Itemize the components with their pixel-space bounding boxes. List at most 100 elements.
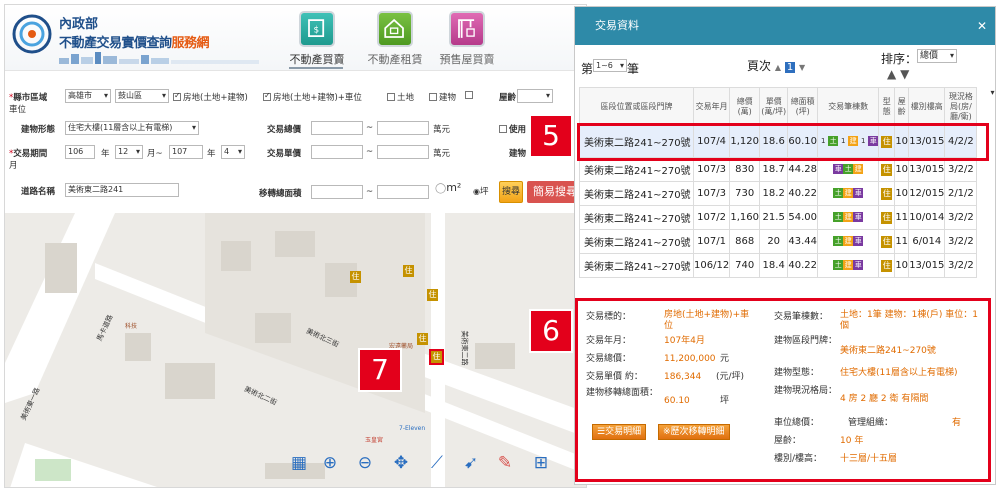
table-row[interactable]: 美術東二路241~270號 107/2 1,160 21.5 54.00 土建車 住 11… xyxy=(579,205,996,230)
car-icon: 車 xyxy=(853,212,864,222)
table-row[interactable]: 美術東二路241~270號 107/4 1,120 18.6 60.10 1土1建1車 … xyxy=(579,125,996,158)
page-number[interactable]: 1 xyxy=(784,62,796,73)
sort-desc-icon[interactable]: ▼ xyxy=(900,67,909,81)
building-type-select[interactable]: 住宅大樓(11層含以上有電梯) xyxy=(65,121,199,135)
page-size-select[interactable]: 1~6 xyxy=(593,59,628,72)
transaction-detail: 交易標的： 房地(土地+建物)+車位 交易年月： 107年4月 交易總價： 11… xyxy=(578,300,988,478)
total-price-min[interactable] xyxy=(311,121,363,135)
car-icon: 車 xyxy=(853,236,864,246)
badge-6: 6 xyxy=(529,309,573,353)
zoom-in-icon[interactable]: ⊕ xyxy=(318,451,342,475)
detail-button[interactable]: ☰交易明細 xyxy=(592,424,647,440)
type-building[interactable]: 建物 xyxy=(429,91,456,103)
selected-house-marker-icon[interactable]: 住 xyxy=(429,349,444,365)
detail-mgmt: 有 xyxy=(952,418,962,428)
house-type-icon: 住 xyxy=(881,163,893,176)
total-price-label: 交易總價 xyxy=(267,125,302,135)
year-from-input[interactable]: 106 xyxy=(65,145,95,159)
nav-active-underline xyxy=(289,67,343,69)
area-label: 移轉總面積 xyxy=(259,189,302,199)
checkbox-icon xyxy=(499,125,507,133)
skyline-graphic xyxy=(59,52,259,64)
age-select[interactable] xyxy=(517,89,553,103)
zoom-out-icon[interactable]: ⊖ xyxy=(353,451,377,475)
house-marker-icon[interactable]: 住 xyxy=(417,333,428,345)
road-input[interactable]: 美術東二路241 xyxy=(65,183,179,197)
area-min[interactable] xyxy=(311,185,363,199)
land-icon: 土 xyxy=(833,260,844,270)
checkbox-icon xyxy=(429,93,437,101)
land-icon: 土 xyxy=(833,212,844,222)
building-icon: 建 xyxy=(853,164,864,174)
sort: 排序： 總價 xyxy=(881,49,958,67)
transaction-table: 區段位置或區段門牌 交易年月 總價(萬) 單價(萬/坪) 總面積(坪) 交易筆棟… xyxy=(579,87,996,278)
grid-icon[interactable]: ⊞ xyxy=(529,451,553,475)
count-icons: 1土1建1車 xyxy=(817,125,880,158)
pan-icon[interactable]: ✥ xyxy=(389,451,413,475)
map[interactable]: 馬卡道路 美術北三街 美術北二街 美術東一路 美術東二路 科技 7-Eleven… xyxy=(5,213,586,487)
land-icon: 土 xyxy=(833,188,844,198)
county-select[interactable]: 高雄市 xyxy=(65,89,111,103)
table-row[interactable]: 美術東二路241~270號 107/1 868 20 43.44 土建車 住 11 6/01… xyxy=(579,229,996,254)
use-option[interactable]: 使用 xyxy=(499,123,526,135)
main-site: 內政部 不動產交易實價查詢服務網 $ 不動產買賣 不動產租賃 預售屋買賣 *縣市… xyxy=(4,4,587,488)
road-label-east2: 美術東二路 xyxy=(460,330,469,366)
land-icon: 土 xyxy=(833,236,844,246)
year-to-input[interactable]: 107 xyxy=(169,145,203,159)
type-land[interactable]: 土地 xyxy=(387,91,414,103)
house-type-icon: 住 xyxy=(881,187,893,200)
car-icon: 車 xyxy=(868,136,878,146)
sort-select[interactable]: 總價 xyxy=(917,49,958,63)
detail-age: 10 年 xyxy=(840,436,864,446)
checkbox-icon xyxy=(465,91,473,99)
unit-label: 車位 xyxy=(9,105,27,115)
arrow-up-icon[interactable]: ▲ xyxy=(775,63,781,72)
pager: 頁次 ▲ 1 ▼ xyxy=(747,59,806,73)
nav-sale[interactable]: $ 不動產買賣 xyxy=(273,11,361,67)
house-marker-icon[interactable]: 住 xyxy=(403,265,414,277)
table-row[interactable]: 美術東二路241~270號 107/3 830 18.7 44.28 車土建 住 10 13… xyxy=(579,157,996,182)
type-house-car[interactable]: 房地(土地+建物)+車位 xyxy=(263,91,362,103)
unit-sqm[interactable]: ◯m² xyxy=(435,181,461,194)
street-view-icon[interactable]: ▦ xyxy=(287,451,311,475)
unit-price-max[interactable] xyxy=(377,145,429,159)
arrow-down-icon[interactable]: ▼ xyxy=(799,63,805,72)
search-form: *縣市區域 高雄市 鼓山區 房地(土地+建物) 房地(土地+建物)+車位 土地 … xyxy=(5,81,586,213)
type-house[interactable]: 房地(土地+建物) xyxy=(173,91,248,103)
house-marker-icon[interactable]: 住 xyxy=(427,289,438,301)
unit-price-min[interactable] xyxy=(311,145,363,159)
poi-label: 玉皇宮 xyxy=(365,437,384,444)
district-select[interactable]: 鼓山區 xyxy=(115,89,169,103)
detail-area: 60.10 xyxy=(664,396,690,406)
table-row[interactable]: 美術東二路241~270號 106/12 740 18.4 40.22 土建車 住 10 1… xyxy=(579,253,996,278)
nav-presale[interactable]: 預售屋買賣 xyxy=(423,11,511,67)
house-rent-icon xyxy=(377,11,413,47)
checkbox-icon xyxy=(263,91,271,101)
poi-label: 7-Eleven xyxy=(399,425,426,432)
building-icon: 建 xyxy=(843,212,854,222)
select-icon[interactable]: ➹ xyxy=(459,451,483,475)
close-icon[interactable]: ✕ xyxy=(977,7,987,45)
house-marker-icon[interactable]: 住 xyxy=(350,271,361,283)
building-type-label: 建物形態 xyxy=(21,125,56,135)
detail-total: 11,200,000 xyxy=(664,354,716,364)
building-icon: 建 xyxy=(843,236,854,246)
month-to-select[interactable]: 4 xyxy=(221,145,245,159)
car-icon: 車 xyxy=(833,164,844,174)
detail-unit-price: 186,344 xyxy=(664,372,702,382)
history-button[interactable]: ※歷次移轉明細 xyxy=(658,424,730,440)
build-label: 建物 xyxy=(509,149,527,159)
unit-ping[interactable]: ◉坪 xyxy=(473,185,489,197)
clear-icon[interactable]: ✎ xyxy=(493,451,517,475)
system-name: 不動產交易實價查詢服務網 xyxy=(59,36,210,51)
house-type-icon: 住 xyxy=(881,259,893,272)
table-row[interactable]: 美術東二路241~270號 107/3 730 18.2 40.22 土建車 住 10 12… xyxy=(579,181,996,206)
area-max[interactable] xyxy=(377,185,429,199)
search-button[interactable]: 搜尋 xyxy=(499,181,523,203)
total-price-max[interactable] xyxy=(377,121,429,135)
measure-icon[interactable]: ⟋ xyxy=(425,451,449,475)
svg-text:$: $ xyxy=(313,26,319,36)
sort-asc-icon[interactable]: ▲ xyxy=(887,67,896,81)
month-from-select[interactable]: 12 xyxy=(115,145,143,159)
page-size: 第1~6筆 xyxy=(581,59,639,77)
